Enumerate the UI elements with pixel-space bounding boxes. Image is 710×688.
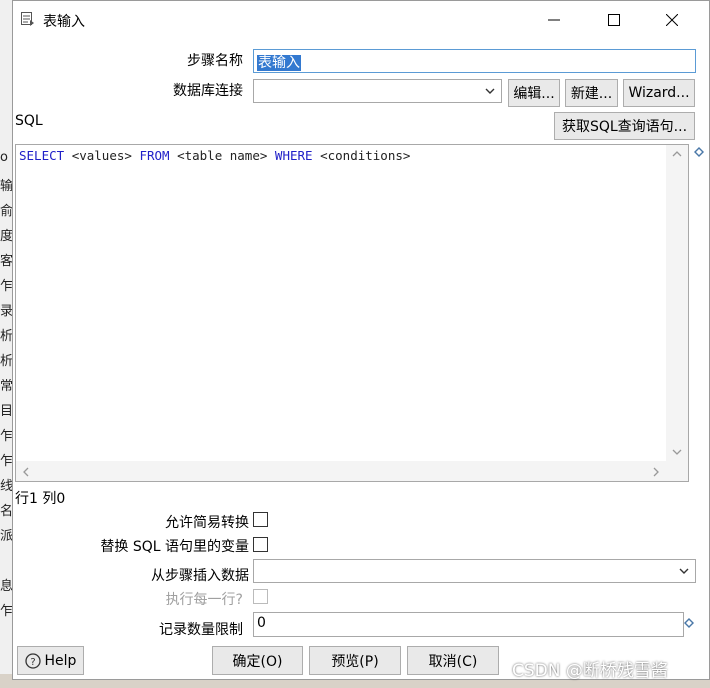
limit-value: 0 (257, 615, 266, 631)
table-input-icon (21, 12, 35, 26)
insert-from-step-select[interactable] (253, 559, 696, 583)
variable-diamond-icon (684, 618, 694, 628)
bg-char: o (0, 150, 8, 165)
wizard-button[interactable]: Wizard... (623, 79, 695, 107)
edit-connection-button[interactable]: 编辑... (508, 79, 560, 107)
insert-from-step-label: 从步骤插入数据 (151, 568, 249, 584)
scroll-down-icon[interactable] (671, 447, 683, 457)
table-input-dialog: 表输入 步骤名称 表输入 数据库连接 编辑... 新建... Wizard...… (12, 0, 710, 680)
cancel-button[interactable]: 取消(C) (407, 646, 499, 675)
minimize-icon (548, 19, 560, 21)
scroll-up-icon[interactable] (671, 149, 683, 159)
lazy-conversion-checkbox[interactable] (253, 512, 268, 527)
cursor-position: 行1 列0 (15, 491, 66, 507)
help-icon: ? (24, 652, 41, 669)
execute-each-row-checkbox (253, 589, 268, 604)
sql-values-placeholder: <values> (71, 148, 132, 163)
db-connection-select[interactable] (253, 79, 502, 103)
sql-keyword-select: SELECT (19, 148, 65, 163)
sql-editor[interactable]: SELECT <values> FROM <table name> WHERE … (15, 144, 689, 482)
horizontal-scrollbar[interactable] (16, 461, 666, 481)
svg-text:?: ? (30, 657, 35, 668)
vertical-scrollbar[interactable] (666, 145, 688, 461)
step-name-value: 表输入 (257, 55, 301, 71)
chevron-down-icon (677, 564, 691, 578)
title-bar[interactable]: 表输入 (13, 1, 709, 39)
help-button[interactable]: ? Help (17, 646, 84, 675)
execute-each-row-label: 执行每一行? (165, 592, 243, 608)
sql-keyword-from: FROM (139, 148, 170, 163)
maximize-icon (608, 14, 620, 26)
minimize-button[interactable] (531, 1, 577, 39)
window-title: 表输入 (43, 14, 85, 30)
sql-keyword-where: WHERE (274, 148, 313, 163)
scroll-right-icon[interactable] (651, 466, 661, 478)
limit-input[interactable]: 0 (253, 612, 684, 637)
replace-variables-label: 替换 SQL 语句里的变量 (100, 539, 249, 555)
replace-variables-checkbox[interactable] (253, 537, 268, 552)
lazy-conversion-label: 允许简易转换 (165, 515, 249, 531)
sql-text: SELECT <values> FROM <table name> WHERE … (19, 148, 410, 163)
step-name-input[interactable]: 表输入 (253, 49, 696, 73)
close-icon (666, 14, 678, 26)
ok-button[interactable]: 确定(O) (212, 646, 303, 675)
sql-label: SQL (15, 113, 43, 129)
chevron-down-icon (483, 84, 497, 98)
help-button-label: Help (44, 652, 77, 669)
step-name-label: 步骤名称 (187, 53, 243, 69)
sql-conditions-placeholder: <conditions> (320, 148, 411, 163)
close-button[interactable] (649, 1, 695, 39)
db-connection-label: 数据库连接 (173, 83, 243, 99)
new-connection-button[interactable]: 新建... (565, 79, 618, 107)
scroll-left-icon[interactable] (21, 466, 31, 478)
preview-button[interactable]: 预览(P) (309, 646, 401, 675)
sql-table-placeholder: <table name> (177, 148, 268, 163)
get-sql-button[interactable]: 获取SQL查询语句... (554, 112, 695, 140)
maximize-button[interactable] (591, 1, 637, 39)
limit-label: 记录数量限制 (159, 622, 243, 638)
watermark: CSDN @断桥残雪酱 (512, 661, 668, 681)
scroll-corner (666, 461, 688, 481)
variable-diamond-icon (694, 147, 704, 157)
